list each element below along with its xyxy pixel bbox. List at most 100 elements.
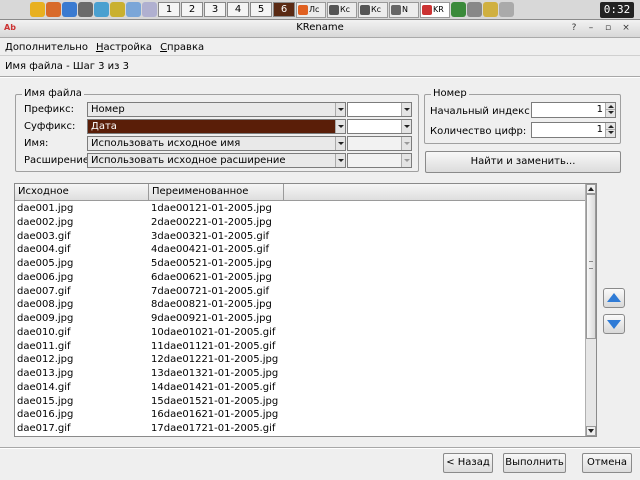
taskbar: 1 2 3 4 5 6 Лс Кс Кс N KR 0:32	[0, 0, 640, 20]
original-filename: dae001.jpg	[17, 203, 74, 214]
app-icon	[360, 4, 370, 15]
renamed-filename: 8dae00821-01-2005.jpg	[151, 299, 272, 311]
spin-down-icon[interactable]	[605, 130, 615, 137]
arrow-down-icon	[607, 320, 621, 329]
renamed-filename: 10dae01021-01-2005.gif	[151, 326, 276, 338]
renamed-filename: 11dae01121-01-2005.gif	[151, 340, 276, 352]
help-button[interactable]: ?	[567, 22, 581, 35]
table-row[interactable]: dae014.gif 14dae01421-01-2005.gif	[15, 381, 586, 395]
app-icon	[329, 4, 339, 15]
desktop-6[interactable]: 6	[273, 2, 295, 17]
file-list[interactable]: Исходное Переименованное dae001.jpg 1dae0…	[14, 183, 597, 437]
suffix-combo[interactable]: Дата	[87, 119, 346, 134]
number-group-title: Номер	[431, 88, 469, 99]
prefix-label: Префикс:	[24, 104, 74, 115]
digits-spinbox[interactable]: 1	[531, 122, 616, 138]
list-header: Исходное Переименованное	[15, 184, 586, 201]
spin-down-icon[interactable]	[605, 110, 615, 117]
maximize-button[interactable]: ▫	[601, 22, 615, 35]
scroll-down-icon[interactable]	[586, 426, 596, 436]
table-row[interactable]: dae010.gif 10dae01021-01-2005.gif	[15, 326, 586, 340]
table-row[interactable]: dae015.jpg 15dae01521-01-2005.jpg	[15, 395, 586, 409]
cancel-button[interactable]: Отмена	[582, 453, 632, 473]
task-button-3[interactable]: Кс	[358, 1, 388, 18]
execute-button[interactable]: Выполнить	[503, 453, 566, 473]
table-row[interactable]: dae017.gif 17dae01721-01-2005.gif	[15, 422, 586, 436]
back-button[interactable]: < Назад	[443, 453, 493, 473]
prefix-combo[interactable]: Номер	[87, 102, 346, 117]
table-row[interactable]: dae006.jpg 6dae00621-01-2005.jpg	[15, 271, 586, 285]
close-button[interactable]: ×	[619, 22, 633, 35]
divider	[0, 447, 640, 449]
table-row[interactable]: dae002.jpg 2dae00221-01-2005.jpg	[15, 216, 586, 230]
pen-icon[interactable]	[110, 2, 125, 17]
table-row[interactable]: dae009.jpg 9dae00921-01-2005.jpg	[15, 312, 586, 326]
desktop-4[interactable]: 4	[227, 2, 249, 17]
task-button-4[interactable]: N	[389, 1, 419, 18]
table-row[interactable]: dae007.gif 7dae00721-01-2005.gif	[15, 285, 586, 299]
prefix-extra-combo[interactable]	[347, 102, 412, 117]
scroll-thumb[interactable]	[586, 194, 596, 339]
menu-advanced[interactable]: Дополнительно	[5, 42, 88, 53]
tray-clipboard-icon[interactable]	[483, 2, 498, 17]
column-header-renamed[interactable]: Переименованное	[149, 184, 284, 201]
table-row[interactable]: dae011.gif 11dae01121-01-2005.gif	[15, 340, 586, 354]
minimize-button[interactable]: –	[584, 22, 598, 35]
desktop-5[interactable]: 5	[250, 2, 272, 17]
scroll-up-icon[interactable]	[586, 184, 596, 194]
table-row[interactable]: dae008.jpg 8dae00821-01-2005.jpg	[15, 298, 586, 312]
menu-help[interactable]: Справка	[160, 42, 204, 53]
table-row[interactable]: dae005.jpg 5dae00521-01-2005.jpg	[15, 257, 586, 271]
tray-monitor-icon[interactable]	[451, 2, 466, 17]
column-header-original[interactable]: Исходное	[15, 184, 149, 201]
editor-icon[interactable]	[78, 2, 93, 17]
desktop-3[interactable]: 3	[204, 2, 226, 17]
table-row[interactable]: dae004.gif 4dae00421-01-2005.gif	[15, 243, 586, 257]
spin-up-icon[interactable]	[605, 123, 615, 130]
find-replace-button[interactable]: Найти и заменить...	[425, 151, 621, 173]
original-filename: dae015.jpg	[17, 395, 74, 407]
app-icon	[298, 4, 308, 15]
table-row[interactable]: dae016.jpg 16dae01621-01-2005.jpg	[15, 408, 586, 422]
table-row[interactable]: dae013.jpg 13dae01321-01-2005.jpg	[15, 367, 586, 381]
original-filename: dae005.jpg	[17, 258, 74, 269]
table-row[interactable]: dae003.gif 3dae00321-01-2005.gif	[15, 230, 586, 244]
move-down-button[interactable]	[603, 314, 625, 334]
name-combo[interactable]: Использовать исходное имя	[87, 136, 346, 151]
extension-extra-combo	[347, 153, 412, 168]
original-filename: dae002.jpg	[17, 216, 74, 228]
document-icon[interactable]	[142, 2, 157, 17]
chevron-down-icon	[401, 103, 411, 116]
desktop-1[interactable]: 1	[158, 2, 180, 17]
menu-settings[interactable]: Настройка	[96, 42, 152, 53]
task-button-2[interactable]: Кс	[327, 1, 357, 18]
tray-keyboard-icon[interactable]	[499, 2, 514, 17]
mail-icon[interactable]	[126, 2, 141, 17]
renamed-filename: 13dae01321-01-2005.jpg	[151, 368, 279, 379]
tools-icon[interactable]	[94, 2, 109, 17]
tray-network-icon[interactable]	[467, 2, 482, 17]
table-row[interactable]: dae001.jpg 1dae00121-01-2005.jpg	[15, 202, 586, 216]
task-button-1[interactable]: Лс	[296, 1, 326, 18]
renamed-filename: 1dae00121-01-2005.jpg	[151, 203, 272, 214]
extension-combo[interactable]: Использовать исходное расширение	[87, 153, 346, 168]
desktop-2[interactable]: 2	[181, 2, 203, 17]
suffix-extra-combo[interactable]	[347, 119, 412, 134]
table-row[interactable]: dae012.jpg 12dae01221-01-2005.jpg	[15, 353, 586, 367]
window-titlebar[interactable]: Ab KRename ? – ▫ ×	[0, 20, 640, 38]
kmenu-icon[interactable]	[30, 2, 45, 17]
move-up-button[interactable]	[603, 288, 625, 308]
chevron-down-icon	[335, 137, 345, 150]
original-filename: dae010.gif	[17, 326, 71, 338]
home-icon[interactable]	[46, 2, 61, 17]
start-index-spinbox[interactable]: 1	[531, 102, 616, 118]
clock[interactable]: 0:32	[600, 2, 634, 18]
extension-label: Расширение:	[24, 155, 93, 166]
browser-icon[interactable]	[62, 2, 77, 17]
chevron-down-icon	[335, 120, 345, 133]
chevron-down-icon	[401, 120, 411, 133]
spin-up-icon[interactable]	[605, 103, 615, 110]
menu-bar: Дополнительно Настройка Справка	[0, 39, 640, 56]
task-button-5[interactable]: KR	[420, 1, 450, 18]
vertical-scrollbar[interactable]	[585, 184, 596, 436]
